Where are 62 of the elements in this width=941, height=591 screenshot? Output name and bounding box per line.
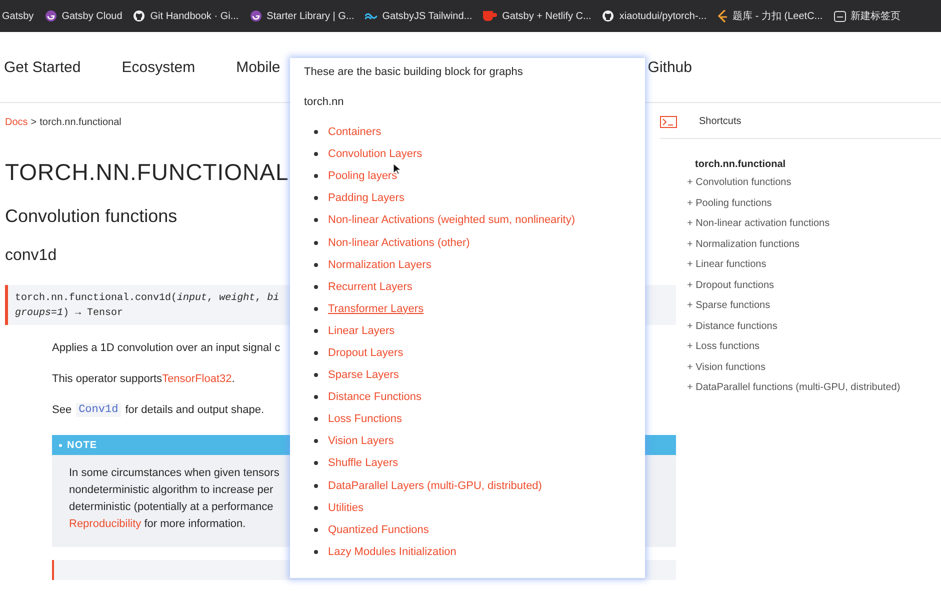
toc-item[interactable]: + Non-linear activation functions xyxy=(687,217,941,232)
menu-link[interactable]: Distance Functions xyxy=(328,391,422,404)
breadcrumb-separator: > xyxy=(30,117,37,130)
menu-link[interactable]: Dropout Layers xyxy=(328,346,404,359)
nav-link[interactable]: Get Started xyxy=(4,58,81,76)
menu-link[interactable]: Non-linear Activations (other) xyxy=(328,236,470,249)
signature-line: torch.nn.functional.conv1d(input, weight, bi xyxy=(15,293,280,304)
signature-line: groups=1) → Tensor xyxy=(15,308,124,319)
page-title: TORCH.NN.FUNCTIONAL xyxy=(5,159,289,186)
menu-link[interactable]: Utilities xyxy=(328,502,364,514)
bookmark[interactable]: xiaotudui/pytorch-... xyxy=(602,10,707,22)
bookmark[interactable]: Gatsby Cloud xyxy=(44,10,122,22)
breadcrumb-link[interactable]: Docs xyxy=(5,117,28,139)
menu-link[interactable]: Padding Layers xyxy=(328,192,404,204)
function-heading: conv1d xyxy=(5,247,57,265)
shortcuts-label: Shortcuts xyxy=(699,116,742,127)
nav-link[interactable]: Github xyxy=(648,58,692,76)
toc-item[interactable]: + Sparse functions xyxy=(687,299,941,314)
menu-link[interactable]: Non-linear Activations (weighted sum, nonlinearity) xyxy=(328,214,576,226)
toc-item[interactable]: torch.nn.functional xyxy=(687,159,941,170)
paragraph: This operator supportsTensorFloat32. xyxy=(52,372,235,386)
toc-item[interactable]: + Loss functions xyxy=(687,340,941,354)
bookmark[interactable]: GatsbyJS Tailwind... xyxy=(365,10,472,22)
toc-item[interactable]: + Convolution functions xyxy=(687,176,941,190)
menu-link[interactable]: Pooling layers xyxy=(328,170,398,182)
menu-link[interactable]: Lazy Modules Initialization xyxy=(328,546,456,558)
menu-heading: torch.nn xyxy=(304,96,345,108)
bookmark[interactable]: Starter Library | G... xyxy=(250,10,354,22)
note-text: In some circumstances when given tensors nondeterministic algorithm to increase per deterministic (potentially at a performance Reproducibility for more information. xyxy=(69,466,280,532)
menu-link[interactable]: Convolution Layers xyxy=(328,148,422,160)
bookmark[interactable]: Gatsby + Netlify C... xyxy=(483,10,592,22)
menu-link[interactable]: Recurrent Layers xyxy=(328,280,412,293)
menu-link[interactable]: Quantized Functions xyxy=(328,524,429,536)
paragraph: See Conv1d for details and output shape. xyxy=(52,402,264,418)
menu-link[interactable]: Transformer Layers xyxy=(328,302,424,315)
bookmark[interactable]: 题库 - 力扣 (LeetC... xyxy=(718,9,823,23)
toc-item[interactable]: + Dropout functions xyxy=(687,278,941,293)
toc-item[interactable]: + Distance functions xyxy=(687,320,941,334)
menu-link[interactable]: Normalization Layers xyxy=(328,258,432,271)
section-heading: Convolution functions xyxy=(5,206,178,227)
toc-item[interactable]: + DataParallel functions (multi-GPU, distributed) xyxy=(687,381,941,396)
menu-description: These are the basic building block for graphs xyxy=(304,66,524,78)
toc-item[interactable]: + Linear functions xyxy=(687,258,941,272)
link[interactable]: TensorFloat32 xyxy=(162,372,232,384)
bookmark[interactable]: Git Handbook · Gi... xyxy=(133,10,239,22)
toc-item[interactable]: + Pooling functions xyxy=(687,196,941,211)
menu-link[interactable]: Sparse Layers xyxy=(328,369,399,382)
toc-item[interactable]: + Vision functions xyxy=(687,360,941,375)
code-link[interactable]: Conv1d xyxy=(76,402,122,416)
nav-link[interactable]: Mobile xyxy=(236,58,280,76)
menu-link[interactable]: Vision Layers xyxy=(328,435,394,448)
paragraph: Applies a 1D convolution over an input signal c xyxy=(52,340,280,356)
toc-item[interactable]: + Normalization functions xyxy=(687,238,941,252)
breadcrumb-current: torch.nn.functional xyxy=(40,117,122,130)
menu-link[interactable]: Shuffle Layers xyxy=(328,457,398,470)
bookmark[interactable]: Gatsby xyxy=(2,10,34,22)
nav-link[interactable]: Ecosystem xyxy=(122,58,196,76)
menu-link[interactable]: Linear Layers xyxy=(328,324,395,337)
menu-link[interactable]: Containers xyxy=(328,126,382,138)
menu-link[interactable]: DataParallel Layers (multi-GPU, distributed) xyxy=(328,480,542,492)
menu-link[interactable]: Loss Functions xyxy=(328,413,402,426)
bookmark[interactable]: 新建标签页 xyxy=(834,9,901,23)
